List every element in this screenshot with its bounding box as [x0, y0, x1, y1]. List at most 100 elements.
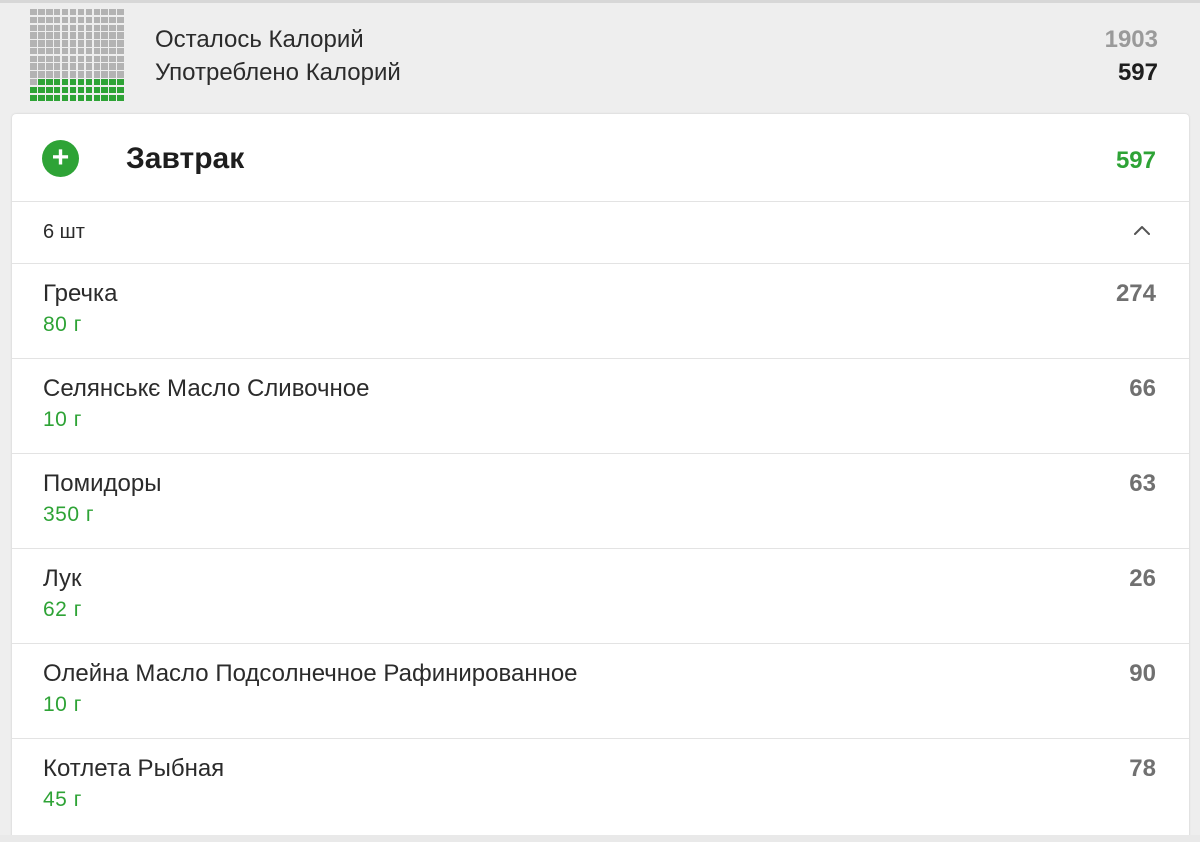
progress-grid-cell [37, 40, 45, 47]
progress-grid-cell [93, 71, 101, 78]
food-amount: 80 г [43, 313, 82, 336]
progress-grid-cell [77, 55, 85, 63]
progress-grid-cell [117, 55, 124, 63]
progress-grid-cell [109, 24, 117, 32]
progress-grid-cell [101, 55, 109, 63]
progress-grid-cell [101, 24, 109, 32]
progress-grid-cell [45, 24, 53, 32]
meal-title: Завтрак [126, 142, 245, 175]
progress-grid-cell [101, 63, 109, 70]
progress-grid-cell [45, 32, 53, 39]
progress-grid-cell [93, 24, 101, 32]
progress-grid-cell [101, 86, 109, 94]
progress-grid-cell [117, 78, 124, 86]
progress-grid-cell [37, 63, 45, 70]
progress-grid-cell [61, 78, 69, 86]
progress-grid-cell [37, 71, 45, 78]
meal-header[interactable]: + Завтрак 597 [12, 114, 1189, 202]
progress-grid-cell [37, 86, 45, 94]
progress-grid-cell [53, 24, 61, 32]
progress-grid-cell [93, 94, 101, 101]
progress-grid-cell [85, 16, 93, 24]
food-item[interactable]: Селянськє Масло Сливочное 10 г 66 [12, 359, 1189, 454]
progress-grid-cell [117, 16, 124, 24]
progress-grid-cell [53, 32, 61, 39]
food-item[interactable]: Лук 62 г 26 [12, 549, 1189, 644]
meal-items-count-row[interactable]: 6 шт [12, 202, 1189, 264]
food-amount: 10 г [43, 693, 82, 716]
progress-grid-cell [101, 47, 109, 55]
progress-grid-cell [101, 78, 109, 86]
progress-grid-cell [77, 24, 85, 32]
progress-grid-cell [61, 63, 69, 70]
food-amount: 45 г [43, 788, 82, 811]
progress-grid-cell [45, 78, 53, 86]
progress-grid-cell [61, 16, 69, 24]
progress-grid-cell [117, 71, 124, 78]
progress-grid-cell [101, 16, 109, 24]
food-amount: 10 г [43, 408, 82, 431]
progress-grid-cell [61, 86, 69, 94]
progress-grid-cell [77, 9, 85, 16]
progress-grid-cell [37, 94, 45, 101]
progress-grid-cell [45, 63, 53, 70]
progress-grid-cell [69, 16, 77, 24]
progress-grid-cell [101, 32, 109, 39]
progress-grid-cell [109, 32, 117, 39]
progress-grid-cell [101, 9, 109, 16]
progress-grid-cell [117, 94, 124, 101]
food-item[interactable]: Гречка 80 г 274 [12, 264, 1189, 359]
progress-grid-cell [30, 63, 37, 70]
progress-grid-cell [77, 71, 85, 78]
progress-grid-cell [30, 55, 37, 63]
progress-grid-cell [85, 71, 93, 78]
progress-grid-cell [30, 78, 37, 86]
progress-grid-cell [69, 24, 77, 32]
food-item[interactable]: Помидоры 350 г 63 [12, 454, 1189, 549]
progress-grid-cell [109, 40, 117, 47]
progress-grid-cell [30, 47, 37, 55]
meal-card: + Завтрак 597 6 шт Гречка 80 г 274 Селянськ… [12, 114, 1189, 842]
meal-total-calories: 597 [1115, 147, 1156, 174]
progress-grid-cell [93, 47, 101, 55]
progress-grid-cell [45, 94, 53, 101]
progress-grid-cell [85, 9, 93, 16]
progress-grid-cell [53, 78, 61, 86]
progress-grid-cell [117, 32, 124, 39]
progress-grid-cell [93, 40, 101, 47]
progress-grid-cell [61, 40, 69, 47]
chevron-up-icon[interactable] [1133, 224, 1151, 236]
progress-grid-cell [85, 24, 93, 32]
progress-grid-cell [53, 55, 61, 63]
progress-grid-cell [77, 94, 85, 101]
food-item[interactable]: Котлета Рыбная 45 г 78 [12, 739, 1189, 834]
progress-grid-cell [61, 32, 69, 39]
progress-grid-cell [117, 63, 124, 70]
progress-grid-cell [85, 47, 93, 55]
progress-grid-cell [53, 94, 61, 101]
progress-grid-cell [37, 55, 45, 63]
progress-grid-cell [30, 71, 37, 78]
progress-grid-cell [30, 86, 37, 94]
plus-circle-icon[interactable]: + [42, 140, 79, 177]
progress-grid-cell [93, 55, 101, 63]
progress-grid-cell [85, 32, 93, 39]
progress-grid-cell [93, 16, 101, 24]
food-item[interactable]: Олейна Масло Подсолнечное Рафинированное… [12, 644, 1189, 739]
progress-grid-cell [69, 71, 77, 78]
progress-grid-cell [61, 55, 69, 63]
progress-grid-cell [69, 86, 77, 94]
progress-grid-cell [109, 47, 117, 55]
progress-grid-cell [93, 86, 101, 94]
progress-grid-cell [93, 9, 101, 16]
consumed-calories-label: Употреблено Калорий [155, 59, 401, 86]
progress-grid-cell [61, 71, 69, 78]
food-calories: 26 [1129, 565, 1156, 592]
progress-grid-cell [53, 71, 61, 78]
progress-grid-cell [37, 78, 45, 86]
progress-grid-cell [109, 71, 117, 78]
progress-grid-cell [30, 16, 37, 24]
progress-grid-cell [69, 47, 77, 55]
progress-grid-cell [77, 47, 85, 55]
remaining-calories-value: 1903 [1104, 26, 1158, 53]
